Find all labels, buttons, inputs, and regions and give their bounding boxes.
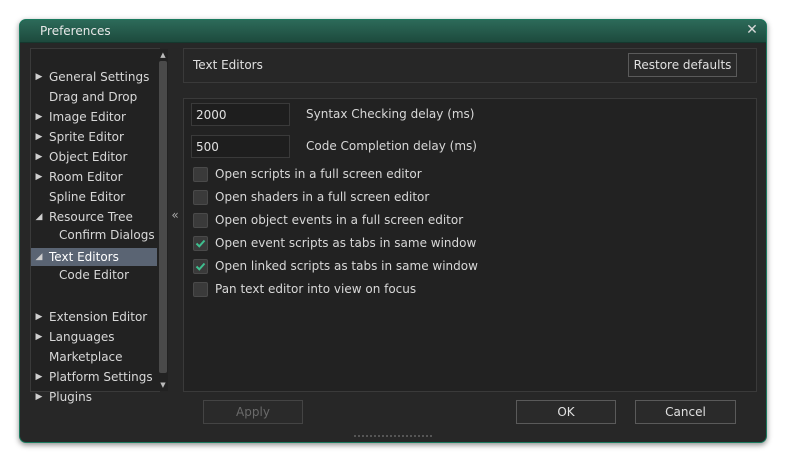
tree-item[interactable]: ▶ Plugins — [31, 388, 157, 406]
expand-arrow-icon[interactable]: ▶ — [34, 368, 44, 386]
expand-arrow-icon[interactable]: ▶ — [34, 388, 44, 406]
expand-arrow-icon[interactable]: ▶ — [34, 148, 44, 166]
tree-item[interactable]: ▶ Object Editor — [31, 148, 157, 166]
tree-item-label: Plugins — [49, 390, 92, 404]
checkbox-row[interactable]: Open linked scripts as tabs in same wind… — [193, 259, 593, 277]
tree-item[interactable]: Spline Editor — [31, 188, 157, 206]
checkbox-label: Open scripts in a full screen editor — [215, 167, 422, 181]
expanded-arrow-icon[interactable]: ◢ — [34, 208, 44, 226]
window-title: Preferences — [40, 24, 111, 38]
tree-item-label: Marketplace — [49, 350, 123, 364]
checkbox[interactable] — [193, 259, 208, 274]
tree-item-label: Room Editor — [49, 170, 123, 184]
checkbox-label: Open shaders in a full screen editor — [215, 190, 430, 204]
restore-defaults-button[interactable]: Restore defaults — [628, 53, 737, 77]
tree-item-label: Drag and Drop — [49, 90, 138, 104]
tree-item-label: General Settings — [49, 70, 150, 84]
completion-delay-input[interactable] — [191, 135, 290, 158]
checkbox-label: Open object events in a full screen edit… — [215, 213, 464, 227]
completion-delay-label: Code Completion delay (ms) — [306, 139, 477, 153]
expand-arrow-icon[interactable]: ▶ — [34, 328, 44, 346]
expand-arrow-icon[interactable]: ▶ — [34, 68, 44, 86]
resize-grip[interactable] — [354, 435, 432, 439]
expand-arrow-icon[interactable]: ▶ — [34, 308, 44, 326]
checkbox-row[interactable]: Open event scripts as tabs in same windo… — [193, 236, 593, 254]
tree-item-label: Image Editor — [49, 110, 126, 124]
cancel-button[interactable]: Cancel — [635, 400, 736, 424]
tree-scrollbar[interactable]: ▲ ▼ — [158, 49, 168, 391]
syntax-delay-label: Syntax Checking delay (ms) — [306, 107, 475, 121]
tree-item-label: Resource Tree — [49, 210, 133, 224]
close-icon[interactable]: ✕ — [744, 22, 760, 38]
tree-item[interactable]: Code Editor — [31, 266, 157, 284]
apply-button[interactable]: Apply — [203, 400, 303, 424]
checkbox-row[interactable]: Open scripts in a full screen editor — [193, 167, 593, 185]
scroll-thumb[interactable] — [159, 61, 167, 373]
panel-title: Text Editors — [193, 58, 263, 72]
checkbox-row[interactable]: Pan text editor into view on focus — [193, 282, 593, 300]
checkbox-label: Pan text editor into view on focus — [215, 282, 417, 296]
preferences-window: Preferences ✕ ▶ General Settings Drag and … — [19, 19, 767, 443]
checkbox-label: Open event scripts as tabs in same windo… — [215, 236, 477, 250]
expand-arrow-icon[interactable]: ▶ — [34, 108, 44, 126]
checkbox[interactable] — [193, 282, 208, 297]
expand-arrow-icon[interactable]: ▶ — [34, 168, 44, 186]
checkbox-row[interactable]: Open shaders in a full screen editor — [193, 190, 593, 208]
checkbox[interactable] — [193, 236, 208, 251]
tree-item-label: Platform Settings — [49, 370, 153, 384]
tree-item[interactable]: ▶ Room Editor — [31, 168, 157, 186]
tree-item[interactable]: ▶ Extension Editor — [31, 308, 157, 326]
tree-item-label: Confirm Dialogs — [59, 228, 155, 242]
tree-item-label: Text Editors — [49, 250, 119, 264]
checkbox-row[interactable]: Open object events in a full screen edit… — [193, 213, 593, 231]
tree-item[interactable]: ▶ Sprite Editor — [31, 128, 157, 146]
tree-item-label: Object Editor — [49, 150, 128, 164]
tree-item[interactable]: Marketplace — [31, 348, 157, 366]
expanded-arrow-icon[interactable]: ◢ — [34, 248, 44, 266]
tree-item-label: Languages — [49, 330, 115, 344]
tree-item-label: Code Editor — [59, 268, 130, 282]
tree-item[interactable]: ▶ Image Editor — [31, 108, 157, 126]
checkbox-label: Open linked scripts as tabs in same wind… — [215, 259, 478, 273]
scroll-down-icon[interactable]: ▼ — [158, 380, 168, 390]
checkmark-icon — [195, 262, 206, 271]
checkbox[interactable] — [193, 167, 208, 182]
tree-item[interactable]: Drag and Drop — [31, 88, 157, 106]
title-bar[interactable]: Preferences ✕ — [20, 20, 766, 43]
settings-tree: ▶ General Settings Drag and Drop ▶ Image Edi… — [30, 48, 168, 404]
ok-button[interactable]: OK — [516, 400, 616, 424]
tree-item[interactable]: ▶ Platform Settings — [31, 368, 157, 386]
checkbox[interactable] — [193, 190, 208, 205]
syntax-delay-input[interactable] — [191, 103, 290, 126]
tree-item[interactable]: Confirm Dialogs — [31, 226, 157, 244]
collapse-panel-icon[interactable]: « — [169, 208, 181, 224]
tree-item-label: Sprite Editor — [49, 130, 124, 144]
tree-item[interactable]: ▶ General Settings — [31, 68, 157, 86]
scroll-up-icon[interactable]: ▲ — [158, 50, 168, 60]
tree-item[interactable]: ◢ Text Editors — [31, 248, 157, 266]
tree-item[interactable]: ◢ Resource Tree — [31, 208, 157, 226]
tree-item-label: Extension Editor — [49, 310, 148, 324]
checkmark-icon — [195, 239, 206, 248]
tree-item-label: Spline Editor — [49, 190, 126, 204]
panel-header: Text Editors Restore defaults — [183, 48, 757, 83]
settings-content: Syntax Checking delay (ms) Code Completi… — [183, 98, 757, 392]
checkbox[interactable] — [193, 213, 208, 228]
tree-item[interactable]: ▶ Languages — [31, 328, 157, 346]
expand-arrow-icon[interactable]: ▶ — [34, 128, 44, 146]
